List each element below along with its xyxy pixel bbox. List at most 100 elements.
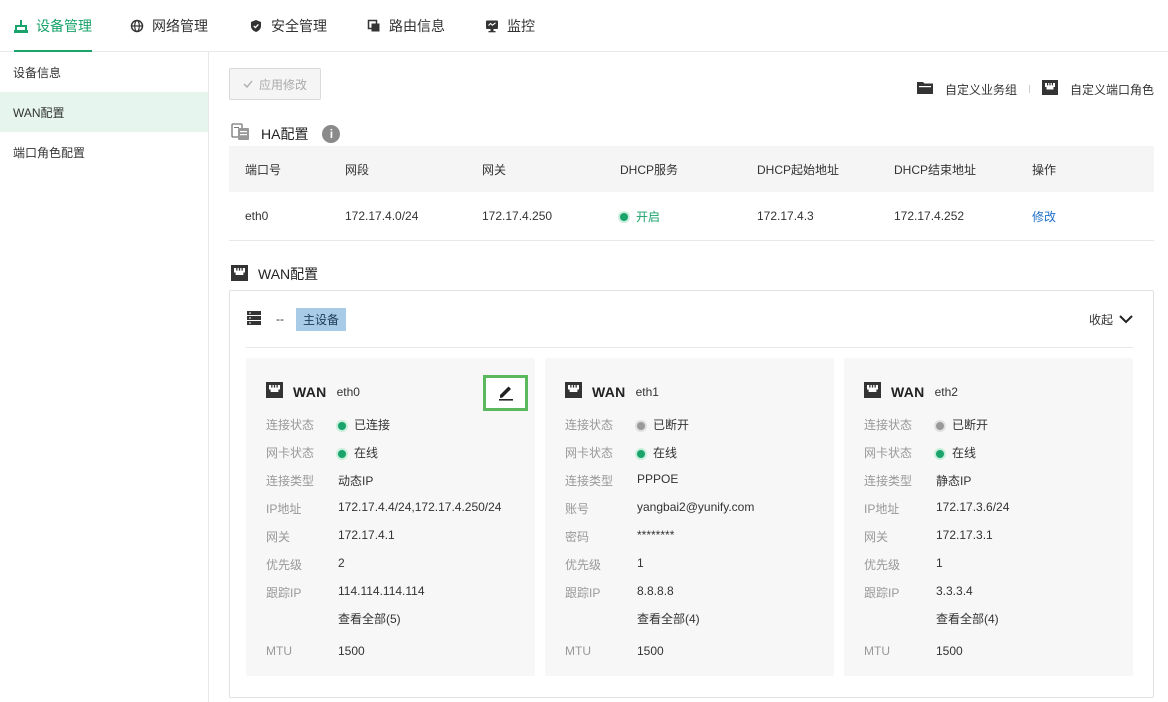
ha-table: 端口号 网段 网关 DHCP服务 DHCP起始地址 DHCP结束地址 操作 et… [229,146,1154,241]
segment-cell: 172.17.4.0/24 [345,209,419,223]
tab-security-management[interactable]: 安全管理 [249,0,327,51]
row-connection-type: 连接类型 动态IP [266,472,373,489]
card-header: WAN eth0 [266,382,360,401]
field-key: 网卡状态 [565,446,614,460]
status-dot-icon [620,213,628,222]
tab-label: 监控 [507,17,535,34]
sidebar-item-wan-config[interactable]: WAN配置 [0,92,208,132]
status-dot-icon [338,449,346,458]
field-key: 连接状态 [864,418,913,432]
field-value: 在线 [637,444,677,461]
main-content: 应用修改 自定义业务组 自定义端口角色 HA配置 i 端口号 网段 网关 DHC… [229,52,1154,702]
field-value: 在线 [338,444,378,461]
row-connection-type: 连接类型 PPPOE [565,472,678,489]
field-key: 优先级 [565,558,602,572]
collapse-toggle[interactable]: 收起 [1089,291,1133,348]
toolbar-divider [1028,85,1030,93]
tab-device-management[interactable]: 设备管理 [14,0,92,52]
row-track-ip: 跟踪IP 114.114.114.114 [266,584,425,601]
tab-monitoring[interactable]: 监控 [485,0,535,51]
row-connection-status: 连接状态 已连接 [266,416,390,433]
status-dot-icon [936,449,944,458]
sidebar: 设备信息 WAN配置 端口角色配置 [0,52,209,702]
column-header: 网关 [482,162,507,177]
row-account: 账号 yangbai2@yunify.com [565,500,754,517]
shield-icon [249,19,263,33]
wan-label: WAN [891,383,925,400]
chevron-down-icon [1119,313,1133,327]
field-key: 连接状态 [565,418,614,432]
port-cell: eth0 [245,209,269,223]
ethernet-port-icon [266,382,283,401]
wan-section-title: WAN配置 [231,264,318,284]
custom-port-role-label: 自定义端口角色 [1069,82,1154,97]
sidebar-item-device-info[interactable]: 设备信息 [0,52,208,92]
row-mtu: MTU 1500 [266,644,365,658]
custom-business-group-label: 自定义业务组 [944,82,1017,97]
column-header: 网段 [345,162,370,177]
field-key: IP地址 [864,502,900,516]
apply-label: 应用修改 [258,77,307,92]
tab-network-management[interactable]: 网络管理 [130,0,208,51]
field-key: 网卡状态 [266,446,315,460]
column-header: 操作 [1032,162,1057,177]
apply-changes-button[interactable]: 应用修改 [229,68,321,100]
wan-label: WAN [592,383,626,400]
edit-button[interactable] [483,375,528,411]
status-dot-icon [637,449,645,458]
ha-section-title: HA配置 i [231,122,341,145]
status-dot-icon [637,421,645,430]
row-track-ip: 跟踪IP 8.8.8.8 [565,584,674,601]
field-key: 跟踪IP [565,586,601,600]
view-all-link[interactable]: 查看全部(4) [637,610,700,627]
field-value: 2 [338,556,345,570]
custom-business-group-link[interactable]: 自定义业务组 [916,81,1017,98]
field-key: 连接状态 [266,418,315,432]
card-header: WAN eth1 [565,382,659,401]
copy-icon [367,19,381,33]
view-all-link[interactable]: 查看全部(4) [936,610,999,627]
field-value: 动态IP [338,474,374,488]
field-value: 已断开 [637,416,689,433]
edit-link[interactable]: 修改 [1032,210,1056,224]
folder-icon [916,81,933,97]
device-name: -- [276,312,284,326]
port-name: eth2 [934,384,958,399]
ethernet-port-icon [1041,80,1058,98]
status-text: 已断开 [952,418,989,432]
wan-panel: -- 主设备 收起 WAN eth0 连接状态 已连接 网卡状态 在线 连接类型… [229,290,1154,698]
tab-route-info[interactable]: 路由信息 [367,0,445,51]
row-password: 密码 ******** [565,528,674,545]
globe-icon [130,19,144,33]
field-key: MTU [565,644,591,658]
field-key: MTU [864,644,890,658]
info-icon[interactable]: i [322,124,341,143]
device-header: -- 主设备 收起 [246,291,1133,348]
row-mtu: MTU 1500 [565,644,664,658]
sidebar-item-port-role-config[interactable]: 端口角色配置 [0,132,208,172]
field-value: yangbai2@yunify.com [637,500,755,514]
field-key: 网关 [864,530,889,544]
table-header: 端口号 网段 网关 DHCP服务 DHCP起始地址 DHCP结束地址 操作 [229,146,1154,192]
field-key: 优先级 [864,558,901,572]
column-header: DHCP起始地址 [757,162,840,177]
field-value: 1 [936,556,943,570]
field-key: IP地址 [266,502,302,516]
status-text: 在线 [952,446,977,460]
ethernet-port-icon [565,382,582,401]
table-row: eth0 172.17.4.0/24 172.17.4.250 开启 172.1… [229,192,1154,241]
dhcp-service-cell: 开启 [604,208,741,225]
row-nic-status: 网卡状态 在线 [864,444,976,461]
field-key: 跟踪IP [864,586,900,600]
status-text: 在线 [653,446,678,460]
view-all-link[interactable]: 查看全部(5) [338,610,401,627]
wan-card-eth0: WAN eth0 连接状态 已连接 网卡状态 在线 连接类型 动态IP IP地址 172… [246,358,535,676]
row-nic-status: 网卡状态 在线 [565,444,677,461]
field-value: 已连接 [338,416,390,433]
status-text: 在线 [354,446,379,460]
custom-port-role-link[interactable]: 自定义端口角色 [1041,80,1154,98]
wan-card-eth2: WAN eth2 连接状态 已断开 网卡状态 在线 连接类型 静态IP IP地址 172… [844,358,1133,676]
row-connection-status: 连接状态 已断开 [864,416,988,433]
monitor-icon [485,19,499,33]
status-dot-icon [936,421,944,430]
